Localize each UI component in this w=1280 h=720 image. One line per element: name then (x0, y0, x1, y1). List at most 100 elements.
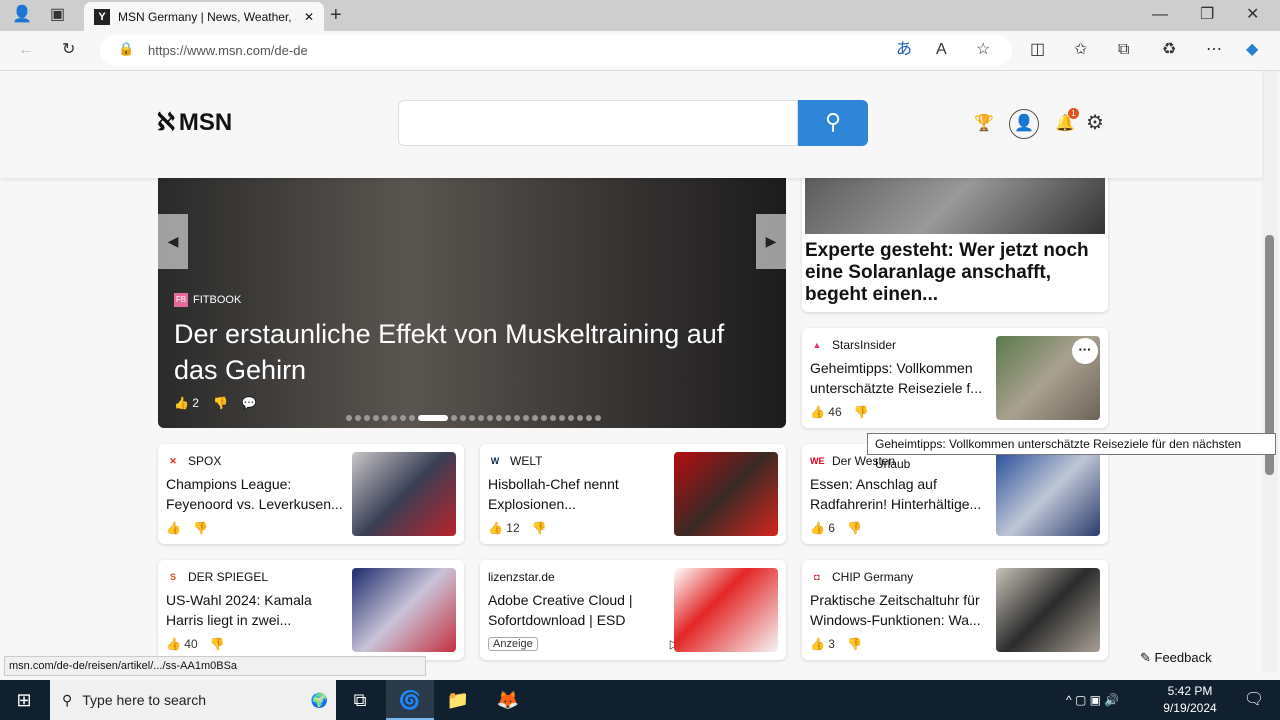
hero-right-card[interactable]: Experte gesteht: Wer jetzt noch eine Sol… (802, 160, 1108, 312)
maximize-icon[interactable]: ❐ (1200, 5, 1214, 25)
translate-icon[interactable]: あ (896, 40, 912, 60)
carousel-dot[interactable] (400, 415, 406, 421)
file-explorer-icon[interactable]: 📁 (434, 680, 482, 720)
system-tray-icons[interactable]: ^ ▢ ▣ 🔊 (1066, 680, 1166, 720)
like-button[interactable]: 👍 3 (810, 637, 835, 651)
news-card[interactable]: lizenzstar.de Adobe Creative Cloud | Sof… (480, 560, 786, 660)
carousel-dot[interactable] (496, 415, 502, 421)
notification-center-icon[interactable]: 🗨 (1230, 680, 1278, 720)
comment-button[interactable]: 💬 (242, 396, 257, 410)
time: 5:42 PM (1167, 684, 1213, 698)
url-input[interactable]: 🔒 https://www.msn.com/de-de あ A ☆ (100, 35, 1012, 66)
carousel-dot[interactable] (505, 415, 511, 421)
feedback-button[interactable]: ✎ Feedback (1140, 650, 1212, 666)
carousel-dot[interactable] (391, 415, 397, 421)
windows-start-icon[interactable]: ⊞ (0, 680, 48, 720)
carousel-dots[interactable] (346, 415, 601, 421)
extensions-icon[interactable]: ♻ (1162, 40, 1176, 60)
carousel-prev-button[interactable]: ◀ (158, 214, 188, 269)
carousel-dot[interactable] (460, 415, 466, 421)
close-tab-icon[interactable]: ✕ (304, 10, 314, 24)
rewards-icon[interactable]: 🏆 (974, 114, 994, 134)
carousel-dot[interactable] (382, 415, 388, 421)
collections-icon[interactable]: ⧉ (1118, 40, 1129, 60)
carousel-dot[interactable] (532, 415, 538, 421)
like-count: 3 (828, 637, 835, 651)
dislike-button[interactable]: 👎 (847, 637, 862, 651)
carousel-dot[interactable] (559, 415, 565, 421)
new-tab-icon[interactable]: + (330, 5, 342, 25)
favorites-icon[interactable]: ✩ (1074, 40, 1087, 60)
carousel-dot[interactable] (595, 415, 601, 421)
news-card[interactable]: WE Der Westen Essen: Anschlag auf Radfahr… (802, 444, 1108, 544)
refresh-icon[interactable]: ↻ (62, 40, 75, 60)
news-card[interactable]: W WELT Hisbollah-Chef nennt Explosionen..… (480, 444, 786, 544)
search-input[interactable] (398, 100, 798, 146)
dislike-button[interactable]: 👎 (854, 405, 869, 419)
carousel-dot[interactable] (364, 415, 370, 421)
news-card[interactable]: ✕ SPOX Champions League: Feyenoord vs. Le… (158, 444, 464, 544)
profile-icon[interactable]: 👤 (12, 5, 32, 25)
carousel-dot[interactable] (523, 415, 529, 421)
like-button[interactable]: 👍 46 (810, 405, 842, 419)
close-window-icon[interactable]: ✕ (1246, 5, 1259, 25)
carousel-title[interactable]: Der erstaunliche Effekt von Muskeltraini… (174, 316, 774, 388)
msn-logo[interactable]: ℵ MSN (157, 108, 232, 137)
carousel-dot[interactable] (568, 415, 574, 421)
card-source: ▲ StarsInsider (810, 338, 897, 352)
carousel-dot[interactable] (355, 415, 361, 421)
notification-badge: 1 (1068, 108, 1079, 119)
carousel-dot[interactable] (541, 415, 547, 421)
carousel-dot[interactable] (373, 415, 379, 421)
lock-icon[interactable]: 🔒 (118, 41, 134, 57)
tab-actions-icon[interactable]: ▣ (50, 5, 65, 25)
dislike-button[interactable]: 👎 (193, 521, 208, 535)
clock[interactable]: 5:42 PM 9/19/2024 (1160, 683, 1220, 717)
back-icon[interactable]: ← (18, 40, 34, 60)
settings-gear-icon[interactable]: ⚙ (1086, 113, 1104, 133)
carousel-next-button[interactable]: ▶ (756, 214, 786, 269)
carousel-dot[interactable] (514, 415, 520, 421)
news-card[interactable]: S DER SPIEGEL US-Wahl 2024: Kamala Harris… (158, 560, 464, 660)
like-count: 6 (828, 521, 835, 535)
more-icon[interactable]: ⋯ (1206, 40, 1222, 60)
favorite-star-icon[interactable]: ☆ (976, 40, 990, 60)
hero-carousel[interactable] (158, 178, 786, 428)
carousel-dot[interactable] (478, 415, 484, 421)
carousel-dot[interactable] (346, 415, 352, 421)
carousel-dot[interactable] (418, 415, 448, 421)
dislike-button[interactable]: 👎 (847, 521, 862, 535)
sign-in-avatar[interactable]: 👤 (1009, 109, 1039, 139)
search-button[interactable]: ⚲ (798, 100, 868, 146)
carousel-dot[interactable] (409, 415, 415, 421)
minimize-icon[interactable]: — (1152, 5, 1168, 25)
carousel-dot[interactable] (577, 415, 583, 421)
dislike-button[interactable]: 👎 (210, 637, 225, 651)
read-aloud-icon[interactable]: A (936, 40, 947, 60)
tab-msn[interactable]: Y MSN Germany | News, Weather, Sport ✕ (84, 2, 324, 31)
more-options-button[interactable]: ··· (1072, 338, 1098, 364)
firefox-icon[interactable]: 🦊 (484, 680, 532, 720)
carousel-dot[interactable] (550, 415, 556, 421)
dislike-button[interactable]: 👎 (532, 521, 547, 535)
carousel-dot[interactable] (586, 415, 592, 421)
carousel-dot[interactable] (487, 415, 493, 421)
edge-taskbar-icon[interactable]: 🌀 (386, 680, 434, 720)
task-view-icon[interactable]: ⧉ (336, 680, 384, 720)
like-button[interactable]: 👍 6 (810, 521, 835, 535)
like-button[interactable]: 👍 2 (174, 396, 199, 410)
carousel-dot[interactable] (469, 415, 475, 421)
like-button[interactable]: 👍 40 (166, 637, 198, 651)
carousel-dot[interactable] (451, 415, 457, 421)
card-source: S DER SPIEGEL (166, 570, 268, 584)
card-source: W WELT (488, 454, 543, 468)
dislike-button[interactable]: 👎 (213, 396, 228, 410)
split-screen-icon[interactable]: ◫ (1030, 40, 1045, 60)
like-button[interactable]: 👍 (166, 521, 181, 535)
like-button[interactable]: 👍 12 (488, 521, 520, 535)
card-actions: 👍 👎 (166, 521, 208, 535)
news-card[interactable]: ▲ StarsInsider Geheimtipps: Vollkommen un… (802, 328, 1108, 428)
taskbar-search[interactable]: ⚲ Type here to search 🌍 (50, 680, 336, 720)
copilot-icon[interactable]: ◆ (1246, 40, 1258, 60)
news-card[interactable]: ◘ CHIP Germany Praktische Zeitschaltuhr f… (802, 560, 1108, 660)
